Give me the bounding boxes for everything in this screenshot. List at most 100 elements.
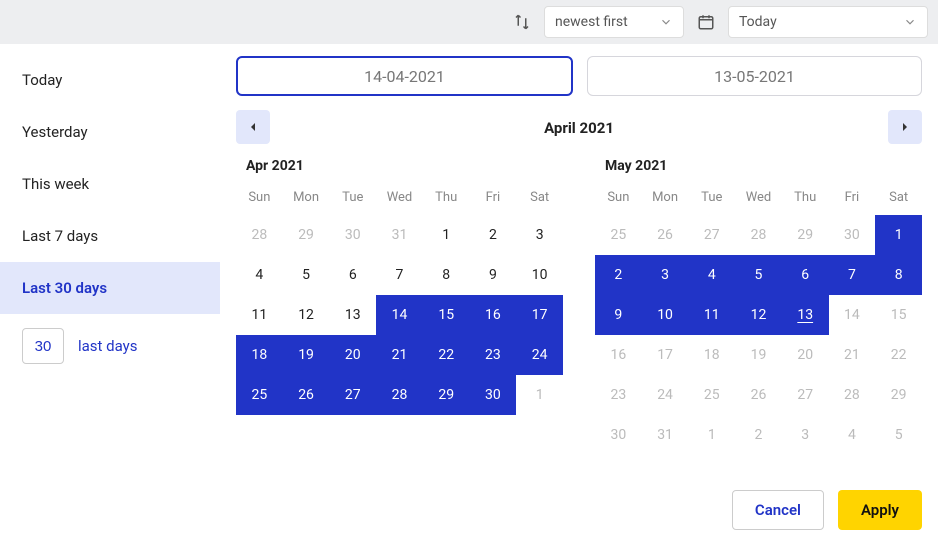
calendar-day[interactable]: 9 <box>470 255 517 295</box>
calendar-day[interactable]: 4 <box>829 415 876 455</box>
calendar-day[interactable]: 29 <box>875 375 922 415</box>
calendar-day[interactable]: 15 <box>423 295 470 335</box>
calendar-day[interactable]: 25 <box>688 375 735 415</box>
calendar-day[interactable]: 17 <box>642 335 689 375</box>
calendar-day[interactable]: 13 <box>782 295 829 335</box>
calendar-day[interactable]: 2 <box>735 415 782 455</box>
calendar-day[interactable]: 15 <box>875 295 922 335</box>
calendar-day[interactable]: 8 <box>875 255 922 295</box>
calendar-day[interactable]: 13 <box>329 295 376 335</box>
calendar-day[interactable]: 29 <box>423 375 470 415</box>
calendar-day[interactable]: 28 <box>236 215 283 255</box>
preset-this-week[interactable]: This week <box>0 158 220 210</box>
calendar-day[interactable]: 30 <box>329 215 376 255</box>
calendar-day[interactable]: 2 <box>595 255 642 295</box>
next-month-button[interactable] <box>888 110 922 144</box>
calendar-day[interactable]: 3 <box>516 215 563 255</box>
calendar-day[interactable]: 4 <box>688 255 735 295</box>
calendar-day[interactable]: 25 <box>595 215 642 255</box>
calendar-day[interactable]: 14 <box>376 295 423 335</box>
preset-last-30-days[interactable]: Last 30 days <box>0 262 220 314</box>
calendar-day[interactable]: 23 <box>595 375 642 415</box>
calendar-day[interactable]: 8 <box>423 255 470 295</box>
calendar-day[interactable]: 1 <box>688 415 735 455</box>
calendar-day[interactable]: 12 <box>283 295 330 335</box>
end-date-input[interactable]: 13-05-2021 <box>587 56 922 96</box>
calendar-day[interactable]: 6 <box>329 255 376 295</box>
calendar-day[interactable]: 23 <box>470 335 517 375</box>
calendar-day[interactable]: 16 <box>595 335 642 375</box>
last-days-input[interactable] <box>22 328 64 364</box>
calendar-day[interactable]: 22 <box>875 335 922 375</box>
calendar-day[interactable]: 21 <box>829 335 876 375</box>
calendar-day[interactable]: 18 <box>236 335 283 375</box>
calendar-day[interactable]: 30 <box>470 375 517 415</box>
calendar-day[interactable]: 16 <box>470 295 517 335</box>
calendar-day[interactable]: 21 <box>376 335 423 375</box>
calendar-day[interactable]: 10 <box>516 255 563 295</box>
calendar-day[interactable]: 12 <box>735 295 782 335</box>
calendar-day[interactable]: 2 <box>470 215 517 255</box>
calendar-day[interactable]: 24 <box>642 375 689 415</box>
calendar-day[interactable]: 7 <box>829 255 876 295</box>
preset-yesterday[interactable]: Yesterday <box>0 106 220 158</box>
calendar-day[interactable]: 30 <box>595 415 642 455</box>
calendar-day[interactable]: 9 <box>595 295 642 335</box>
calendar-day[interactable]: 11 <box>688 295 735 335</box>
dow-header: Fri <box>829 184 876 215</box>
calendar-day[interactable]: 10 <box>642 295 689 335</box>
range-select[interactable]: Today <box>728 6 928 38</box>
calendar-day[interactable]: 28 <box>829 375 876 415</box>
calendar-day[interactable]: 26 <box>283 375 330 415</box>
calendar-day[interactable]: 26 <box>735 375 782 415</box>
calendar-day[interactable]: 26 <box>642 215 689 255</box>
calendar-day[interactable]: 3 <box>642 255 689 295</box>
apply-button[interactable]: Apply <box>838 490 922 530</box>
calendar-day[interactable]: 25 <box>236 375 283 415</box>
calendar-icon[interactable] <box>692 8 720 36</box>
calendar-day[interactable]: 3 <box>782 415 829 455</box>
last-days-label: last days <box>78 337 138 355</box>
calendar-day[interactable]: 5 <box>875 415 922 455</box>
calendar-day[interactable]: 6 <box>782 255 829 295</box>
calendar-day[interactable]: 20 <box>782 335 829 375</box>
calendar-day[interactable]: 29 <box>782 215 829 255</box>
calendar-day[interactable]: 1 <box>423 215 470 255</box>
sort-direction-icon[interactable] <box>508 8 536 36</box>
calendar-day[interactable]: 31 <box>642 415 689 455</box>
calendar-day[interactable]: 30 <box>829 215 876 255</box>
month-nav: April 2021 <box>236 110 922 146</box>
calendar-day[interactable]: 29 <box>283 215 330 255</box>
sort-select[interactable]: newest first <box>544 6 684 38</box>
calendar-day[interactable]: 5 <box>735 255 782 295</box>
date-range-picker: TodayYesterdayThis weekLast 7 daysLast 3… <box>0 44 938 540</box>
calendar-day[interactable]: 18 <box>688 335 735 375</box>
calendar-day[interactable]: 28 <box>735 215 782 255</box>
calendar-day[interactable]: 22 <box>423 335 470 375</box>
calendar-day[interactable]: 31 <box>376 215 423 255</box>
calendar-day[interactable]: 27 <box>782 375 829 415</box>
calendar-day[interactable]: 11 <box>236 295 283 335</box>
calendar-day[interactable]: 5 <box>283 255 330 295</box>
cancel-button[interactable]: Cancel <box>732 490 824 530</box>
calendar-day[interactable]: 1 <box>516 375 563 415</box>
month-label: May 2021 <box>605 158 922 174</box>
calendar-day[interactable]: 4 <box>236 255 283 295</box>
calendar-day[interactable]: 7 <box>376 255 423 295</box>
preset-last-7-days[interactable]: Last 7 days <box>0 210 220 262</box>
calendar-day[interactable]: 17 <box>516 295 563 335</box>
dow-header: Thu <box>423 184 470 215</box>
start-date-input[interactable]: 14-04-2021 <box>236 56 573 96</box>
calendar-day[interactable]: 19 <box>283 335 330 375</box>
calendar-day[interactable]: 14 <box>829 295 876 335</box>
calendar-day[interactable]: 28 <box>376 375 423 415</box>
start-date-value: 14-04-2021 <box>364 67 445 86</box>
prev-month-button[interactable] <box>236 110 270 144</box>
preset-today[interactable]: Today <box>0 54 220 106</box>
calendar-day[interactable]: 19 <box>735 335 782 375</box>
calendar-day[interactable]: 27 <box>329 375 376 415</box>
calendar-day[interactable]: 24 <box>516 335 563 375</box>
calendar-day[interactable]: 20 <box>329 335 376 375</box>
calendar-day[interactable]: 27 <box>688 215 735 255</box>
calendar-day[interactable]: 1 <box>875 215 922 255</box>
